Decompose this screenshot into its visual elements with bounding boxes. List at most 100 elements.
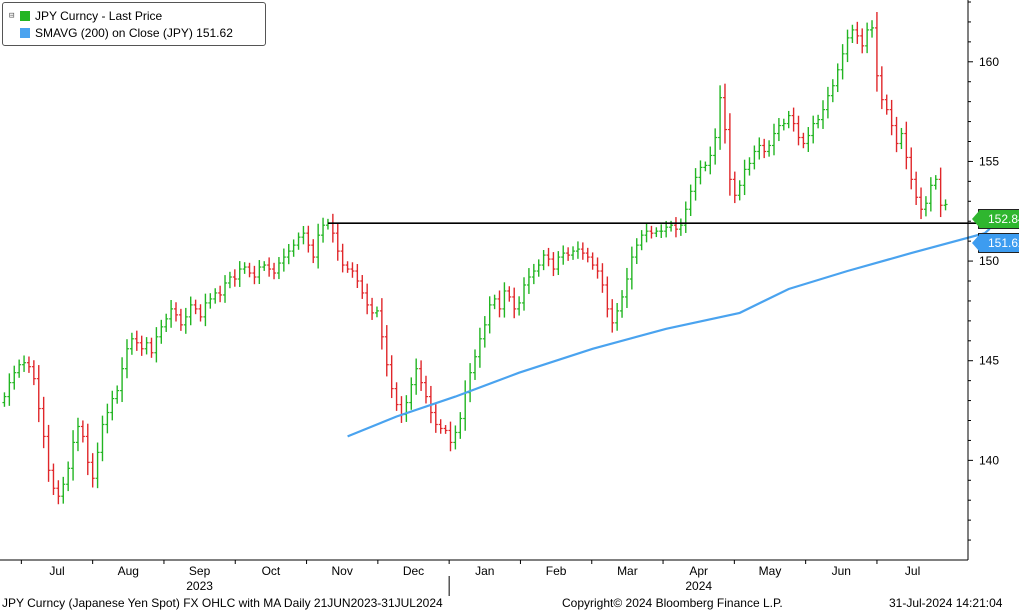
ohlc-bar [703, 161, 708, 172]
ohlc-bar [17, 359, 22, 378]
ohlc-bar [894, 116, 899, 153]
ohlc-bar [71, 430, 76, 481]
ohlc-bar [458, 412, 463, 439]
ohlc-bar [350, 262, 355, 278]
ohlc-bar [115, 385, 120, 404]
ohlc-bar [752, 145, 757, 170]
y-tick-label: 160 [979, 55, 999, 69]
ohlc-bar [762, 138, 767, 159]
x-month-label: May [759, 564, 782, 578]
ohlc-bar [698, 160, 703, 185]
ohlc-bar [335, 223, 340, 261]
ohlc-bar [816, 114, 821, 129]
ohlc-bar [311, 239, 316, 264]
ohlc-bar [771, 123, 776, 156]
ohlc-bar [257, 260, 262, 285]
ohlc-bar [41, 396, 46, 449]
ohlc-bar [183, 307, 188, 334]
ohlc-bar [399, 396, 404, 423]
footer-copyright: Copyright© 2024 Bloomberg Finance L.P. [562, 596, 783, 610]
ohlc-bar [414, 358, 419, 395]
ohlc-bar [56, 480, 61, 505]
ohlc-bar [438, 419, 443, 434]
x-month-label: Nov [332, 564, 353, 578]
ohlc-bar [556, 251, 561, 276]
ohlc-bar [546, 247, 551, 267]
ohlc-bar [7, 373, 12, 406]
ohlc-bar [247, 262, 252, 278]
ohlc-bar [169, 299, 174, 328]
ohlc-bar [492, 294, 497, 310]
ohlc-bar [923, 196, 928, 217]
ohlc-bar [624, 267, 629, 309]
ohlc-bar [933, 175, 938, 190]
ohlc-bar [473, 349, 477, 380]
ohlc-bar [262, 261, 267, 271]
ohlc-bar [31, 360, 36, 386]
ohlc-bar [693, 168, 698, 201]
moving-average-tag: 151.62 [972, 233, 1019, 253]
moving-average-value: 151.62 [988, 236, 1019, 250]
ohlc-bar [154, 327, 159, 363]
ohlc-bar [379, 298, 384, 350]
ohlc-bar [796, 115, 801, 146]
ohlc-bar [340, 243, 345, 273]
ohlc-bar [124, 339, 129, 379]
legend-row-ma: SMAVG (200) on Close (JPY) 151.62 [9, 26, 233, 40]
ohlc-bar [448, 421, 453, 452]
x-month-label: Apr [689, 564, 708, 578]
ohlc-bar [12, 365, 17, 390]
y-tick-label: 145 [979, 354, 999, 368]
ohlc-bar [835, 63, 840, 93]
ohlc-bar [767, 140, 772, 157]
ohlc-bar [193, 299, 198, 315]
ohlc-bar [159, 319, 164, 344]
ohlc-bar [786, 110, 791, 129]
ohlc-bar [276, 257, 281, 280]
ohlc-bar [213, 288, 218, 304]
ohlc-bar [218, 285, 223, 303]
ohlc-bar [139, 335, 144, 356]
ohlc-bar [732, 171, 737, 204]
ohlc-bar [502, 282, 507, 318]
ohlc-bar [585, 247, 590, 263]
x-month-label: Dec [403, 564, 424, 578]
x-month-label: Mar [617, 564, 638, 578]
ohlc-bar [365, 283, 370, 315]
ohlc-bar [497, 290, 502, 318]
ohlc-bar [845, 29, 850, 63]
ohlc-bar [105, 403, 110, 434]
ohlc-bar [61, 476, 66, 504]
ohlc-bar [267, 257, 272, 277]
ohlc-bar [840, 44, 845, 80]
ohlc-bar [649, 225, 654, 239]
ohlc-bar [727, 113, 732, 196]
ohlc-bar [355, 264, 360, 288]
ohlc-bar [291, 239, 296, 257]
collapse-icon[interactable]: ⊟ [9, 11, 18, 21]
moving-average-line [347, 227, 991, 438]
ohlc-bar [860, 28, 865, 54]
ohlc-bar [644, 224, 649, 243]
ma-swatch-icon [20, 28, 30, 38]
ohlc-bar [370, 297, 375, 320]
x-month-label: Jul [905, 564, 920, 578]
legend-ma-label: SMAVG (200) on Close (JPY) 151.62 [35, 26, 233, 40]
ohlc-bar [188, 296, 193, 326]
ohlc-bar [595, 257, 600, 279]
ohlc-bar [718, 85, 723, 150]
ohlc-bar [423, 375, 428, 404]
ohlc-bar [821, 100, 826, 129]
ohlc-bar [51, 463, 56, 496]
ohlc-bar [776, 118, 781, 142]
ohlc-bar [208, 293, 213, 309]
ohlc-bar [914, 171, 919, 206]
price-chart: 140 145 150 155 160 Jul Aug Sep Oct Nov Dec Jan Feb M… [0, 0, 1019, 596]
x-year-label: 2023 [186, 579, 213, 593]
ohlc-bar [443, 425, 448, 434]
ohlc-bar [144, 337, 149, 355]
ohlc-bar [742, 159, 747, 196]
ohlc-bar [374, 306, 379, 318]
ohlc-bar [330, 213, 335, 243]
ohlc-bar [580, 242, 585, 260]
